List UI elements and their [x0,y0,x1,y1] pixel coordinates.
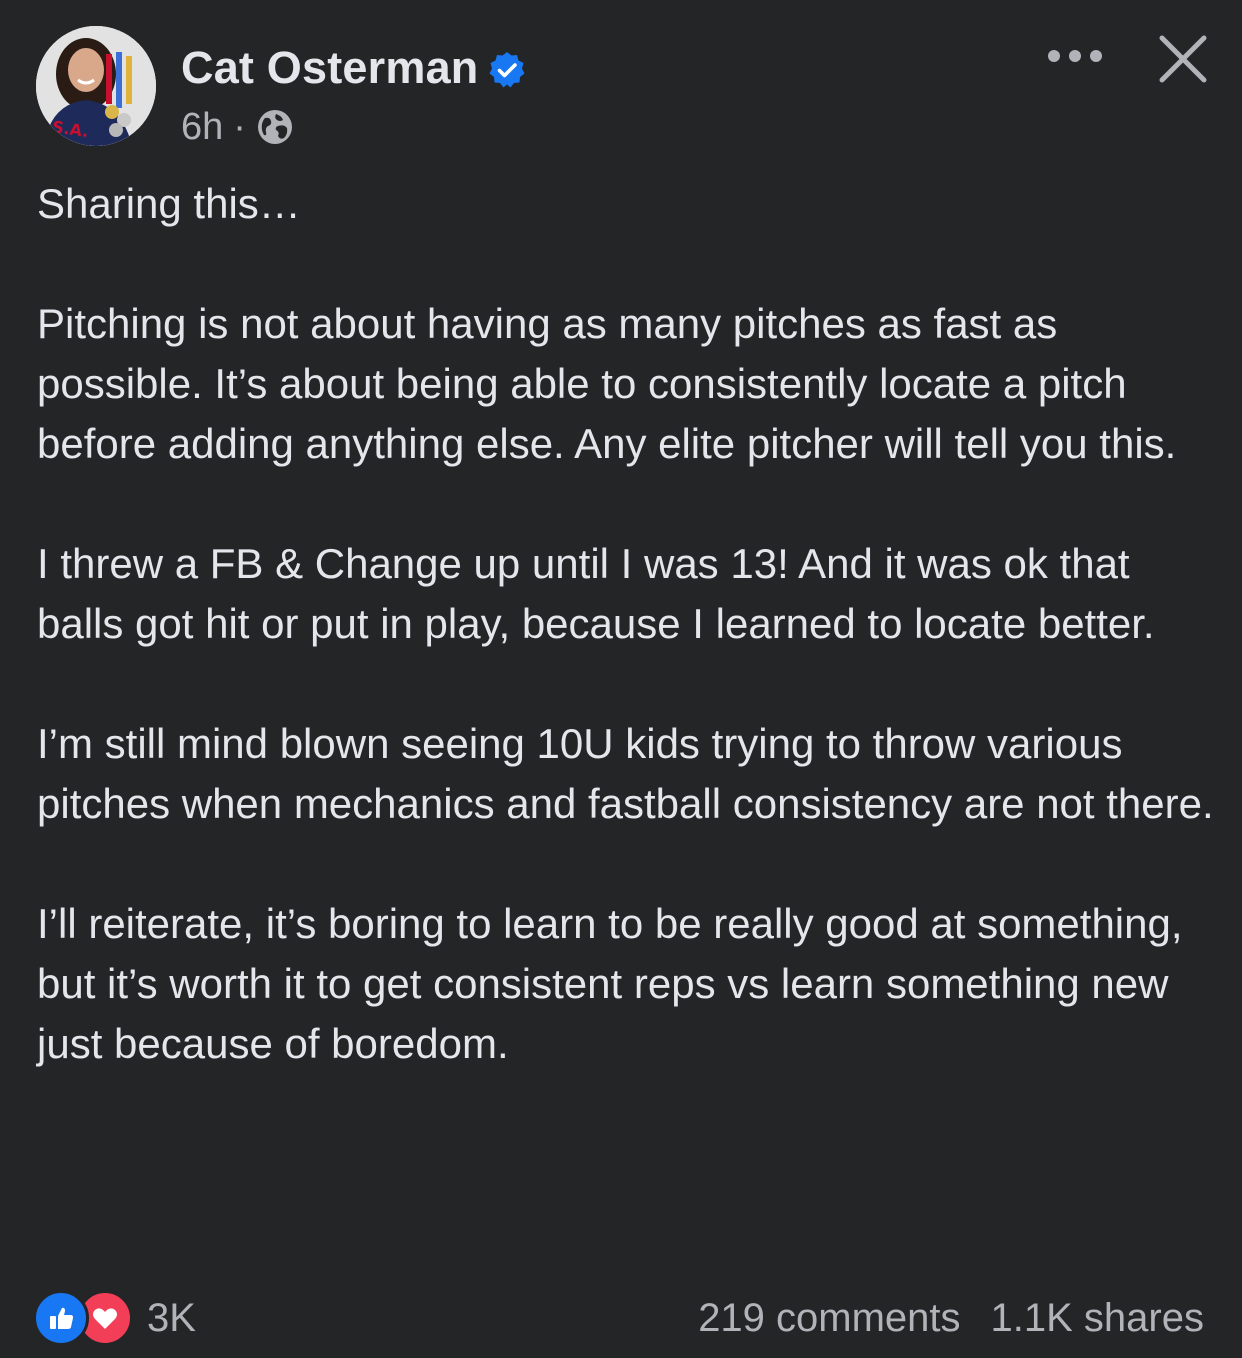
reactions-summary[interactable]: 3K [33,1290,196,1346]
facebook-post: S.A. Cat Osterman 6h · Sharing this… Pit… [0,0,1242,1358]
post-paragraph: I’ll reiterate, it’s boring to learn to … [37,900,1183,1067]
verified-badge-icon [489,52,525,88]
comments-link[interactable]: 219 comments [698,1296,960,1341]
post-meta: 6h · [181,102,294,152]
meta-separator: · [233,105,246,148]
post-paragraph: Sharing this… [37,180,301,227]
post-paragraph: Pitching is not about having as many pit… [37,300,1177,467]
post-paragraph: I’m still mind blown seeing 10U kids try… [37,720,1214,827]
avatar-image: S.A. [36,26,156,146]
more-options-icon[interactable] [1042,32,1108,80]
post-paragraph: I threw a FB & Change up until I was 13!… [37,540,1155,647]
like-reaction-icon [33,1290,89,1346]
globe-icon[interactable] [256,108,294,146]
svg-text:S.A.: S.A. [51,117,90,141]
author-name[interactable]: Cat Osterman [181,40,479,96]
shares-link[interactable]: 1.1K shares [991,1296,1204,1341]
post-text: Sharing this… Pitching is not about havi… [37,174,1217,1074]
engagement-stats: 219 comments 1.1K shares [698,1291,1204,1345]
author-avatar[interactable]: S.A. [36,26,156,146]
reaction-count: 3K [147,1295,196,1340]
close-icon[interactable] [1152,28,1214,90]
post-timestamp[interactable]: 6h [181,106,223,149]
